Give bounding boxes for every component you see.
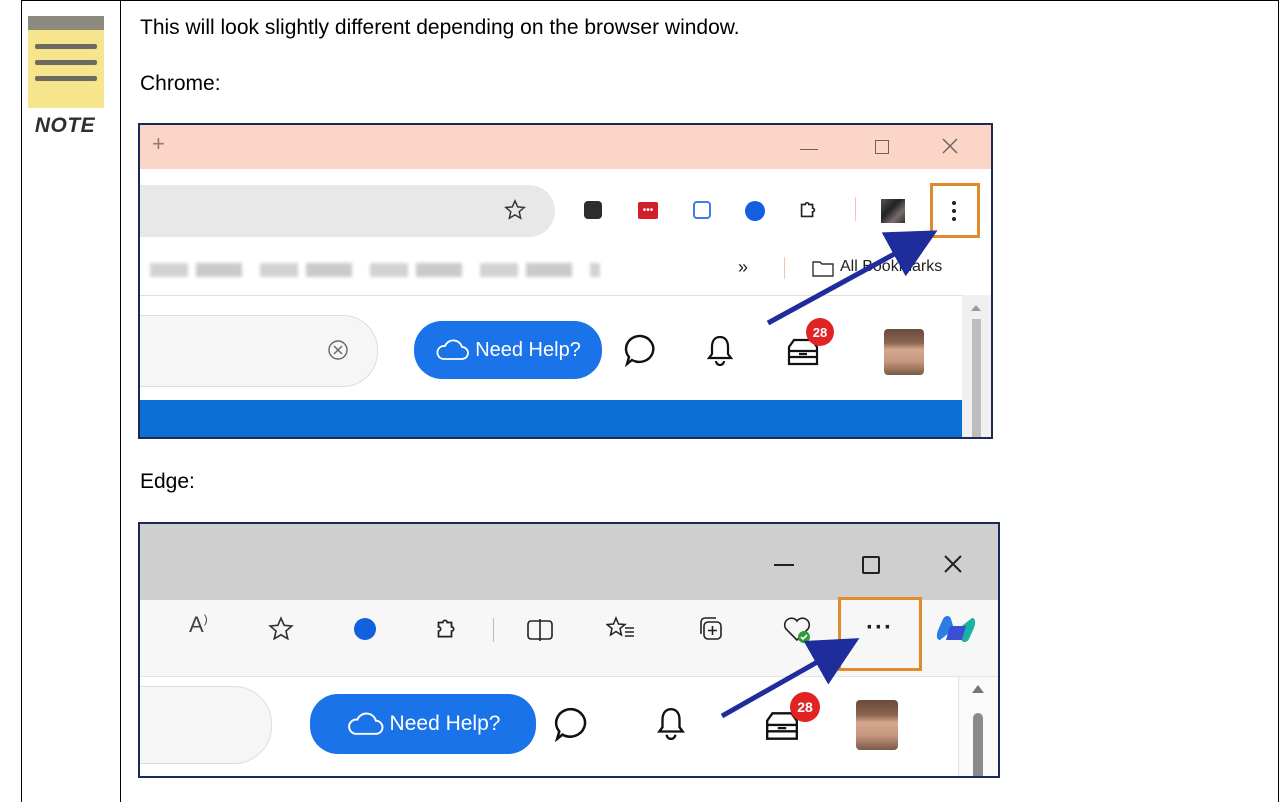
edge-screenshot: A) ··· Need Help? 28 [138,522,1000,778]
chrome-screenshot: + ••• » All Bookmarks Need Help? 28 [138,123,993,439]
edge-label: Edge: [140,470,195,493]
chrome-label: Chrome: [140,72,221,95]
pointer-arrow [720,638,860,719]
note-label: NOTE [34,114,96,137]
note-icon: NOTE [25,16,105,137]
pointer-arrow [766,230,938,326]
intro-text: This will look slightly different depend… [140,16,740,39]
